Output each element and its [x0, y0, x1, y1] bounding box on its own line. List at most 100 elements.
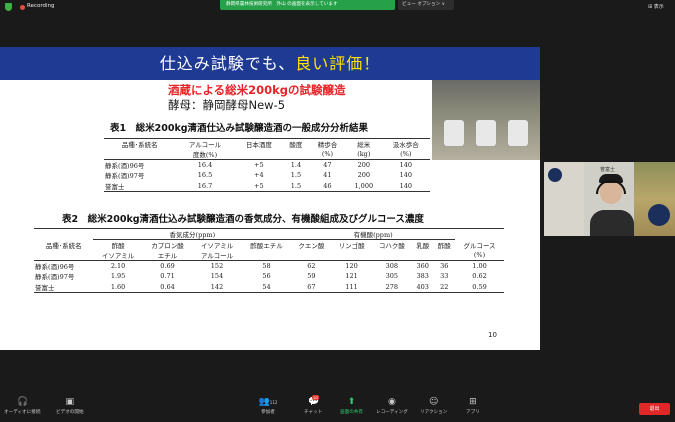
table2-header-cell: クエン酸: [298, 242, 325, 250]
slide-page-number: 10: [488, 331, 497, 339]
logo-emblem-icon: [648, 204, 670, 226]
table2-value-cell: 56: [262, 272, 271, 281]
headphones-icon: 🎧: [17, 397, 29, 407]
table2-title: 表2 総米200kg清酒仕込み試験醸造酒の香気成分、有機酸組成及びグルコース濃度: [62, 214, 424, 225]
table1-header-cell: 度数(%): [175, 149, 235, 160]
table2-value-cell: 59: [307, 272, 316, 281]
table2-value-cell: 403: [411, 281, 434, 293]
share-screen-button[interactable]: ⬆ 画面の共有: [340, 397, 363, 415]
table2-header-cell: グルコース: [463, 241, 496, 250]
tank-shape: [476, 120, 496, 146]
table2-header-cell: カプロン酸: [151, 242, 184, 250]
smiley-icon: ☺: [428, 397, 439, 407]
table1-header-cell: (%): [381, 149, 430, 160]
record-button[interactable]: ◉ レコーディング: [376, 397, 408, 415]
audio-button[interactable]: 🎧 オーディオに接続: [4, 397, 40, 415]
table1-value-cell: 46: [308, 180, 346, 192]
chat-button[interactable]: 💬 10 チャット: [304, 395, 322, 415]
table2-variety-cell: 静系(酒)97号: [35, 273, 75, 282]
table2-header-cell: 酢酸エチル: [250, 242, 283, 250]
view-options-button[interactable]: ビュー オプション ∨: [398, 0, 454, 10]
slide-header-highlight: 良い評価！: [295, 54, 381, 73]
table1-header-cell: 総米: [346, 138, 382, 149]
table2-value-cell: 383: [416, 272, 429, 281]
table2-header-cell: 乳酸: [416, 242, 430, 250]
table2-header-cell: 品種･系統名: [45, 241, 82, 250]
table1-header-cell: 品種･系統名: [104, 138, 176, 149]
table2-value-cell: 305: [385, 272, 399, 281]
table1-header-cell: (kg): [346, 149, 382, 160]
table1-header-cell: [104, 149, 176, 160]
table1-header-cell: (%): [308, 149, 346, 160]
table2-group-aroma: 香気成分(ppm): [93, 228, 292, 240]
leave-button[interactable]: 退出: [639, 403, 670, 415]
table2-header-cell: イソアミル: [93, 250, 143, 261]
table-row: 静系(酒)96号 16.4 +5 1.4 47 200 140: [104, 160, 430, 170]
table2-value-cell: 54: [241, 281, 292, 293]
table1-value-cell: 16.4: [197, 161, 213, 169]
table1-header-cell: アルコール: [175, 138, 235, 149]
table2-header-cell: アルコール: [192, 250, 242, 261]
recording-dot-icon: [20, 5, 25, 10]
view-button[interactable]: ⊞ 表示: [648, 3, 664, 10]
table1-header-cell: 汲水歩合: [381, 138, 430, 149]
table2-header-cell: リンゴ酸: [338, 242, 365, 250]
table2-header-cell: エチル: [142, 250, 193, 261]
table2-value-cell: 154: [210, 272, 224, 281]
participant-video-tile[interactable]: 誉富士: [544, 162, 675, 236]
table1: 品種･系統名 アルコール 日本酒度 酸度 精歩合 総米 汲水歩合 度数(%) (%) (kg)(…: [104, 138, 430, 192]
participants-label: 参加者: [261, 410, 275, 415]
table-row: 静系(酒)97号 16.5 +4 1.5 41 200 140: [104, 170, 430, 181]
shield-icon[interactable]: [5, 3, 12, 11]
table1-value-cell: 140: [399, 171, 412, 180]
table2-value-cell: 111: [331, 281, 372, 293]
participants-count: 112: [269, 400, 278, 405]
apps-label: アプリ: [466, 410, 480, 415]
reactions-button[interactable]: ☺ リアクション: [420, 397, 447, 415]
table2-header-cell: 酢酸: [111, 242, 125, 250]
table2-header-cell: [34, 250, 94, 261]
table2-value-cell: 1.95: [110, 272, 126, 281]
table2-header-cell: イソアミル: [200, 242, 234, 250]
table2-value-cell: 62: [307, 262, 316, 270]
table2-value-cell: 2.10: [110, 262, 126, 270]
tank-shape: [508, 120, 528, 146]
table2-group-spacer: [455, 228, 504, 240]
table2-header-cell: コハク酸: [378, 242, 405, 250]
record-icon: ◉: [387, 397, 396, 407]
table2-header-cell: (%): [455, 250, 504, 261]
tank-shape: [444, 120, 464, 146]
slide-header: 仕込み試験でも、良い評価！: [0, 47, 540, 80]
table2-header-cell: [411, 250, 434, 261]
table2-header-cell: 酢酸: [437, 242, 451, 250]
table2-value-cell: 58: [262, 262, 271, 270]
table1-variety-cell: 静系(酒)96号: [105, 162, 145, 170]
apps-button[interactable]: ⊞ アプリ: [466, 397, 480, 415]
speaker-body: [590, 210, 634, 236]
table2-value-cell: 278: [371, 281, 412, 293]
table2-group-spacer: [34, 228, 94, 240]
chat-badge: 10: [312, 395, 319, 400]
share-label: 画面の共有: [340, 410, 363, 415]
recording-label[interactable]: Recording: [27, 3, 55, 9]
table2-value-cell: 152: [210, 262, 224, 270]
table2-value-cell: 1.60: [93, 281, 143, 293]
table2-value-cell: 67: [291, 281, 332, 293]
video-button[interactable]: ▣ ビデオの開始: [56, 397, 84, 415]
table1-value-cell: 1.4: [290, 161, 302, 169]
table2-value-cell: 0.59: [455, 281, 504, 293]
share-screen-icon: ⬆: [347, 397, 356, 407]
table1-value-cell: 47: [323, 161, 332, 169]
table1-variety-cell: 誉富士: [104, 180, 176, 192]
participants-button[interactable]: 👥112 参加者: [256, 397, 280, 415]
table-row: 誉富士 1.60 0.64 142 54 67 111 278 403 22 0.59: [34, 281, 504, 293]
slide-header-prefix: 仕込み試験でも、: [159, 54, 296, 73]
brewery-tanks-photo: [432, 80, 540, 160]
table2-value-cell: 0.69: [160, 262, 175, 270]
audio-label: オーディオに接続: [4, 410, 41, 415]
table1-header-cell: [282, 149, 309, 160]
table1-value-cell: 1.5: [290, 171, 302, 180]
table1-value-cell: 1.5: [282, 180, 309, 192]
table2-group-acid: 有機酸(ppm): [291, 228, 456, 240]
table2-header-cell: [241, 250, 292, 261]
